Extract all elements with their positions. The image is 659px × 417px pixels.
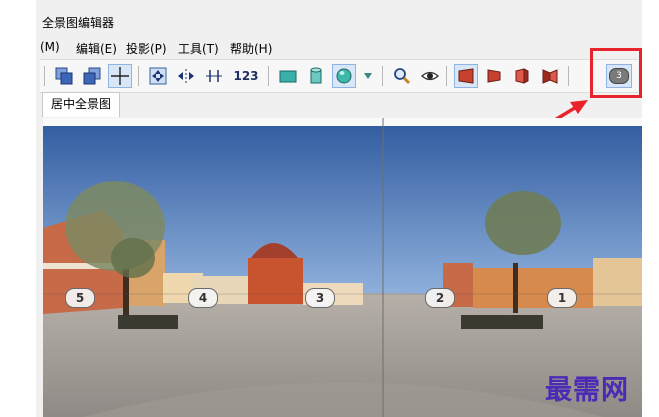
cylinder-icon [310,67,322,84]
projection-2-icon [487,69,501,83]
zoom-button[interactable] [390,64,414,88]
dropdown-arrow-icon [364,73,372,79]
number-labels-button[interactable]: 123 [230,64,262,88]
move-horizontal-icon [178,69,194,83]
window-title: 全景图编辑器 [42,16,115,30]
zoom-icon [394,68,411,85]
move-vertical-icon [206,70,222,82]
tab-centered-panorama[interactable]: 居中全景图 [42,92,121,117]
toolbar-separator [568,66,569,86]
menu-file[interactable]: (M) [40,40,60,54]
menu-bar: (M) 编辑(E) 投影(P) 工具(T) 帮助(H) [36,38,642,58]
preview-button[interactable] [418,64,442,88]
projection-1-button[interactable] [454,64,478,88]
toolbar-separator [446,66,447,86]
projection-dropdown-button[interactable] [360,64,376,88]
layers-back-button[interactable] [80,64,104,88]
eye-icon [421,71,439,81]
projection-4-button[interactable] [538,64,562,88]
watermark: 最需网 [545,375,629,406]
move-all-icon [149,67,167,85]
toolbar-separator [268,66,269,86]
hotspot-marker[interactable]: 2 [425,288,455,308]
menu-edit[interactable]: 编辑(E) [76,40,117,57]
number-labels-text: 123 [233,69,259,83]
projection-1-icon [458,68,474,84]
hotspot-marker[interactable]: 3 [305,288,335,308]
cylinder-projection-button[interactable] [304,64,328,88]
projection-3-icon [515,68,529,84]
projection-4-icon [542,69,558,84]
sphere-icon [336,68,352,84]
crosshair-icon [111,67,129,85]
layers-front-icon [55,67,73,85]
move-horizontal-button[interactable] [174,64,198,88]
layers-front-button[interactable] [52,64,76,88]
flat-projection-button[interactable] [276,64,300,88]
sphere-projection-button[interactable] [332,64,356,88]
flat-rectangle-icon [279,70,297,83]
hotspot-marker[interactable]: 4 [188,288,218,308]
layers-back-icon [83,67,101,85]
crosshair-button[interactable] [108,64,132,88]
toolbar: 123 3 [40,59,638,93]
menu-projection[interactable]: 投影(P) [126,40,167,57]
move-vertical-button[interactable] [202,64,226,88]
projection-3-button[interactable] [510,64,534,88]
projection-2-button[interactable] [482,64,506,88]
move-all-button[interactable] [146,64,170,88]
toolbar-separator [382,66,383,86]
highlight-box [590,48,642,98]
menu-help[interactable]: 帮助(H) [230,40,272,57]
hotspot-marker[interactable]: 5 [65,288,95,308]
tab-row: 居中全景图 [36,92,642,118]
menu-tools[interactable]: 工具(T) [178,40,219,57]
panorama-editor-window: 全景图编辑器 (M) 编辑(E) 投影(P) 工具(T) 帮助(H) 123 3… [36,0,642,417]
toolbar-separator [138,66,139,86]
toolbar-separator [44,66,45,86]
hotspot-marker[interactable]: 1 [547,288,577,308]
